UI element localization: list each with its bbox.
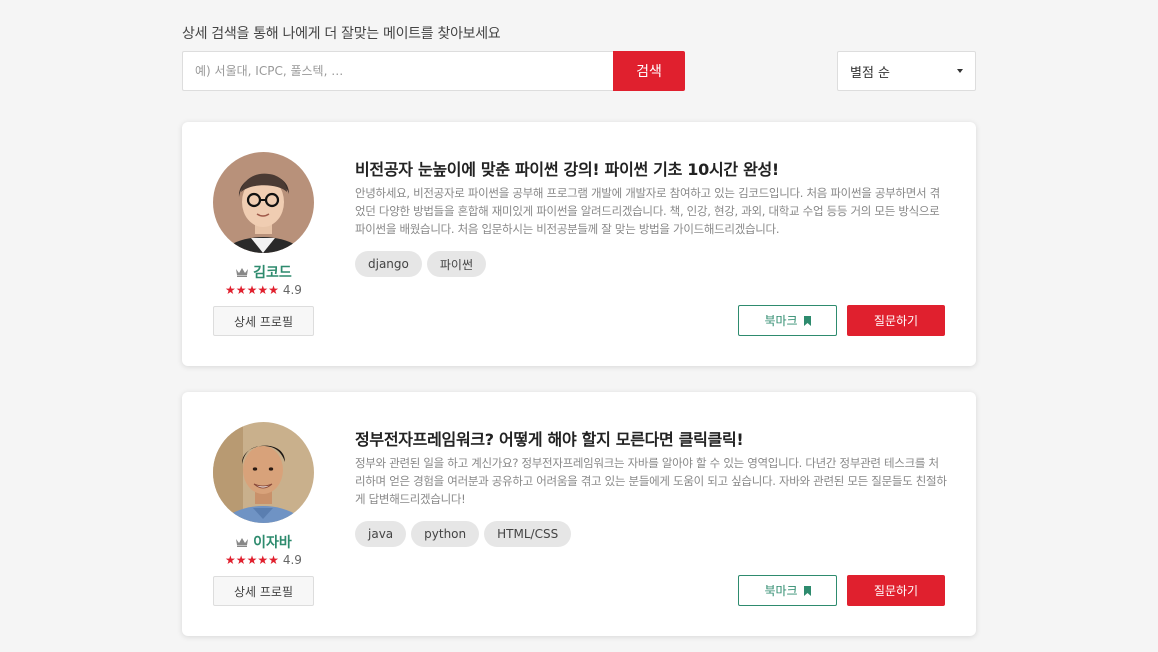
avatar[interactable]: [213, 152, 314, 253]
mentor-card: 이자바 ★★★★★ 4.9 상세 프로필 정부전자프레임워크? 어떻게 해야 할…: [182, 392, 976, 636]
mentor-card: 김코드 ★★★★★ 4.9 상세 프로필 비전공자 눈높이에 맞춘 파이썬 강의…: [182, 122, 976, 366]
caret-down-icon: [957, 69, 963, 73]
crown-icon: [236, 538, 249, 547]
ask-question-button[interactable]: 질문하기: [847, 305, 945, 336]
tag[interactable]: java: [355, 521, 407, 547]
tag[interactable]: django: [355, 251, 422, 277]
search-input[interactable]: [182, 51, 614, 91]
author-name-row: 이자바: [182, 532, 345, 552]
star-rating-icon: ★★★★★: [225, 553, 279, 567]
post-title[interactable]: 정부전자프레임워크? 어떻게 해야 할지 모른다면 클릭클릭!: [355, 426, 955, 450]
tag[interactable]: 파이썬: [426, 251, 486, 277]
author-name[interactable]: 이자바: [253, 532, 292, 552]
post-description: 안녕하세요, 비전공자로 파이썬을 공부해 프로그램 개발에 개발자로 참여하고…: [355, 186, 940, 236]
tag[interactable]: HTML/CSS: [484, 521, 572, 547]
ask-question-button[interactable]: 질문하기: [847, 575, 945, 606]
avatar[interactable]: [213, 422, 314, 523]
bookmark-button[interactable]: 북마크: [738, 575, 837, 606]
rating-row: ★★★★★ 4.9: [182, 553, 345, 567]
post-description: 정부와 관련된 일을 하고 계신가요? 정부전자프레임워크는 자바를 알아야 할…: [355, 456, 947, 506]
tag-list: django 파이썬: [355, 251, 486, 277]
crown-icon: [236, 268, 249, 277]
bookmark-label: 북마크: [764, 584, 798, 598]
author-name[interactable]: 김코드: [253, 262, 292, 282]
bookmark-icon: [803, 315, 811, 326]
profile-button[interactable]: 상세 프로필: [213, 306, 314, 336]
tag[interactable]: python: [411, 521, 480, 547]
bookmark-label: 북마크: [764, 314, 798, 328]
sort-selected-label: 별점 순: [850, 65, 891, 81]
bookmark-button[interactable]: 북마크: [738, 305, 837, 336]
star-rating-icon: ★★★★★: [225, 283, 279, 297]
search-button[interactable]: 검색: [613, 51, 685, 91]
sort-select[interactable]: 별점 순: [837, 51, 976, 91]
rating-row: ★★★★★ 4.9: [182, 283, 345, 297]
rating-value: 4.9: [282, 283, 302, 297]
rating-value: 4.9: [282, 553, 302, 567]
author-name-row: 김코드: [182, 262, 345, 282]
tag-list: java python HTML/CSS: [355, 521, 572, 547]
post-title[interactable]: 비전공자 눈높이에 맞춘 파이썬 강의! 파이썬 기초 10시간 완성!: [355, 156, 955, 180]
search-title: 상세 검색을 통해 나에게 더 잘맞는 메이트를 찾아보세요: [182, 26, 501, 42]
bookmark-icon: [803, 585, 811, 596]
profile-button[interactable]: 상세 프로필: [213, 576, 314, 606]
